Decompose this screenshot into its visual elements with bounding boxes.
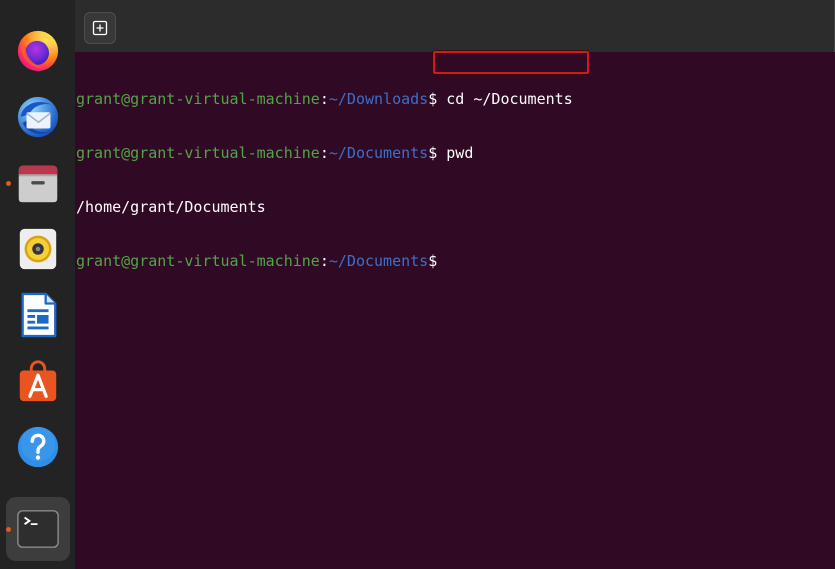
- running-indicator: [6, 527, 11, 532]
- terminal-line: grant@grant-virtual-machine:~/Documents$…: [76, 144, 835, 162]
- app-center-icon: [15, 358, 61, 404]
- prompt-symbol: $: [428, 144, 438, 162]
- dock-item-firefox[interactable]: [6, 18, 70, 82]
- dock: [0, 0, 75, 569]
- thunderbird-icon: [15, 94, 61, 140]
- terminal-content[interactable]: grant@grant-virtual-machine:~/Downloads$…: [75, 52, 835, 569]
- help-icon: [15, 424, 61, 470]
- libreoffice-writer-icon: [15, 292, 61, 338]
- dock-item-rhythmbox[interactable]: [6, 217, 70, 281]
- dock-item-files[interactable]: [6, 151, 70, 215]
- header-bar[interactable]: [75, 0, 835, 52]
- rhythmbox-icon: [15, 226, 61, 272]
- command-output: /home/grant/Documents: [76, 198, 266, 216]
- prompt-user-host: grant@grant-virtual-machine: [76, 252, 320, 270]
- prompt-separator: :: [319, 90, 329, 108]
- dock-item-terminal[interactable]: [6, 497, 70, 561]
- dock-item-help[interactable]: [6, 415, 70, 479]
- prompt-user-host: grant@grant-virtual-machine: [76, 144, 320, 162]
- terminal-icon: [15, 506, 61, 552]
- files-icon: [15, 160, 61, 206]
- command-text: cd ~/Documents: [446, 90, 573, 108]
- new-tab-icon: [92, 20, 108, 36]
- dock-item-thunderbird[interactable]: [6, 85, 70, 149]
- terminal-line: grant@grant-virtual-machine:~/Downloads$…: [76, 90, 835, 108]
- prompt-path: ~/Documents: [328, 252, 429, 270]
- prompt-path: ~/Documents: [328, 144, 429, 162]
- new-tab-button[interactable]: [84, 12, 116, 44]
- prompt-symbol: $: [428, 252, 438, 270]
- prompt-separator: :: [319, 252, 329, 270]
- prompt-separator: :: [319, 144, 329, 162]
- firefox-icon: [15, 27, 61, 73]
- dock-item-app-center[interactable]: [6, 349, 70, 413]
- terminal-line: grant@grant-virtual-machine:~/Documents$: [76, 252, 835, 270]
- running-indicator: [6, 181, 11, 186]
- terminal-line: /home/grant/Documents: [76, 198, 835, 216]
- dock-item-libreoffice-writer[interactable]: [6, 283, 70, 347]
- command-text: pwd: [446, 144, 474, 162]
- terminal-window: grant@grant-virtual-machine:~/Downloads$…: [75, 0, 835, 569]
- prompt-symbol: $: [428, 90, 438, 108]
- prompt-user-host: grant@grant-virtual-machine: [76, 90, 320, 108]
- prompt-path: ~/Downloads: [328, 90, 429, 108]
